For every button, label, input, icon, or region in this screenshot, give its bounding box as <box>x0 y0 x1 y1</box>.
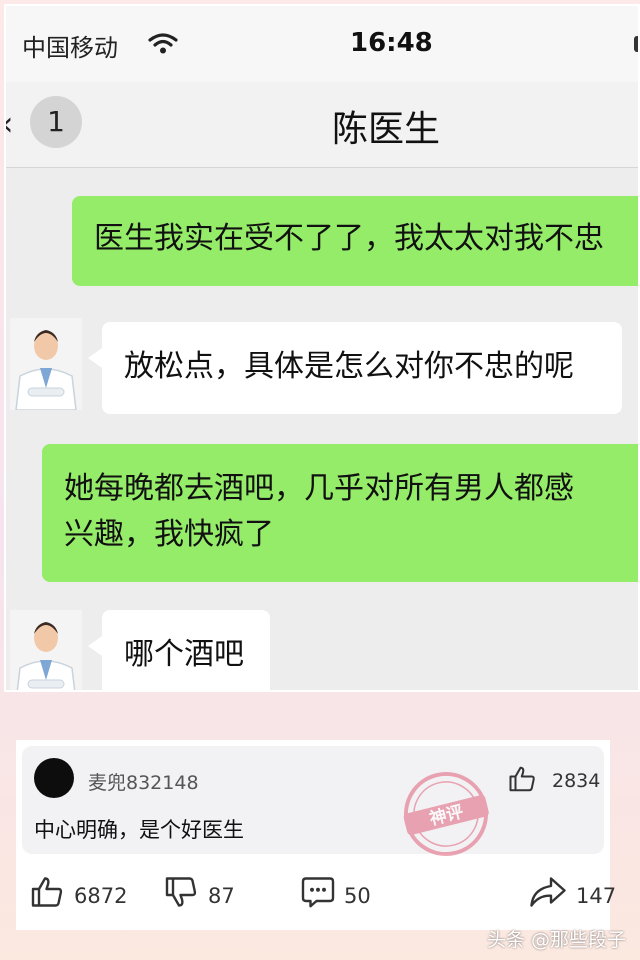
message-bubble-received[interactable]: 放松点，具体是怎么对你不忠的呢 <box>88 322 622 414</box>
message-text: 哪个酒吧 <box>124 637 244 672</box>
top-comment[interactable]: 麦兜832148 2834 神评 中心明确，是个好医生 <box>22 746 604 856</box>
chat-header: ‹ 1 陈医生 <box>6 82 638 168</box>
doctor-avatar-image <box>10 610 82 690</box>
stamp-seal-icon: 神评 <box>403 772 489 856</box>
unread-badge[interactable]: 1 <box>30 96 82 148</box>
comment-card: 麦兜832148 2834 神评 中心明确，是个好医生 6872 87 50 1… <box>16 740 616 930</box>
comment-text: 中心明确，是个好医生 <box>34 818 244 842</box>
message-text: 医生我实在受不了了，我太太对我不忠 <box>94 221 604 256</box>
chat-screenshot: 中国移动 16:48 ‹ 1 陈医生 医生我实在受不了了，我太太对我不忠 放松点… <box>4 4 640 692</box>
share-count: 147 <box>576 884 617 908</box>
message-text-line: 兴趣，我快疯了 <box>64 517 274 552</box>
status-time: 16:48 <box>350 28 433 58</box>
comment-username[interactable]: 麦兜832148 <box>88 768 199 795</box>
status-bar: 中国移动 16:48 <box>6 6 638 82</box>
chat-title: 陈医生 <box>332 109 441 150</box>
like-count: 6872 <box>74 884 128 908</box>
message-bubble-received[interactable]: 哪个酒吧 <box>88 610 270 690</box>
comment-count: 50 <box>344 884 371 908</box>
comment-like-count: 2834 <box>552 770 601 792</box>
carrier-label: 中国移动 <box>22 34 118 62</box>
doctor-avatar[interactable] <box>10 318 82 410</box>
back-chevron-icon[interactable]: ‹ <box>6 104 14 144</box>
battery-icon <box>634 36 638 52</box>
thumbs-down-icon[interactable] <box>164 874 200 910</box>
comment-icon[interactable] <box>300 874 336 910</box>
message-text-line: 她每晚都去酒吧，几乎对所有男人都感 <box>64 471 574 506</box>
user-avatar[interactable] <box>34 758 74 798</box>
doctor-avatar-image <box>10 318 82 410</box>
message-bubble-sent[interactable]: 她每晚都去酒吧，几乎对所有男人都感 兴趣，我快疯了 <box>42 444 638 582</box>
message-bubble-sent[interactable]: 医生我实在受不了了，我太太对我不忠 <box>72 196 638 286</box>
dislike-count: 87 <box>208 884 235 908</box>
wifi-icon <box>148 33 178 54</box>
message-text: 放松点，具体是怎么对你不忠的呢 <box>124 349 574 384</box>
doctor-avatar[interactable] <box>10 610 82 690</box>
source-watermark: 头条 @那些段子 <box>486 929 626 951</box>
thumbs-up-icon[interactable] <box>30 874 66 910</box>
share-arrow-icon[interactable] <box>528 874 568 910</box>
stamp-text: 神评 <box>427 801 465 830</box>
post-action-bar: 6872 87 50 147 <box>16 866 616 926</box>
thumbs-up-icon[interactable] <box>508 764 538 794</box>
